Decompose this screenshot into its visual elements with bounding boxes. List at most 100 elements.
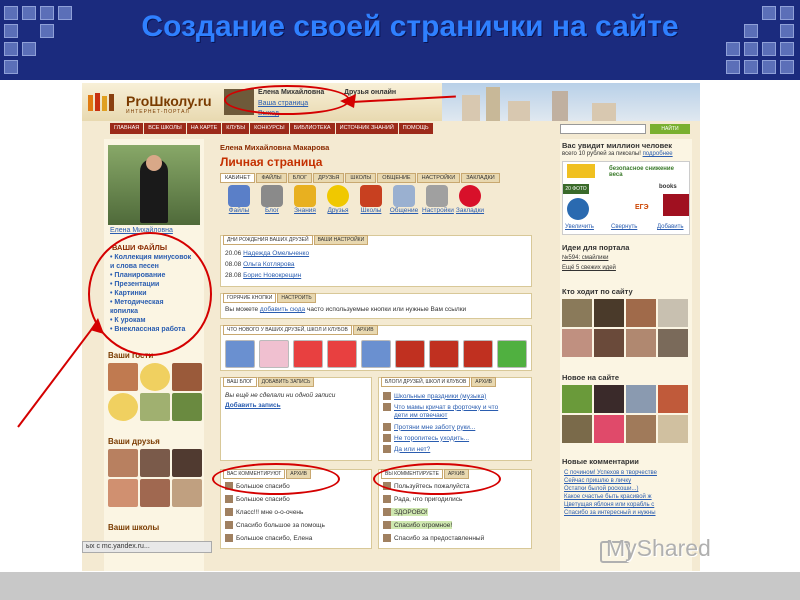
blog-item[interactable]: Что мамы кричат в форточку и что [383, 403, 498, 411]
blog-item-cont[interactable]: дети им отвечают [394, 412, 447, 419]
tab-configure[interactable]: НАСТРОИТЬ [277, 293, 316, 303]
pdf-icon[interactable] [293, 340, 323, 368]
comment-link[interactable]: Цветущая яблоня или корабль с [564, 501, 657, 509]
visitor-avatar[interactable] [562, 329, 592, 357]
books-ad[interactable]: books [659, 184, 677, 190]
friends-shortcut[interactable]: Друзья [323, 185, 353, 214]
visitor-avatar[interactable] [562, 299, 592, 327]
comment-row[interactable]: Большое спасибо, Елена [225, 534, 312, 542]
tab-archive[interactable]: АРХИВ [471, 377, 497, 387]
document-icon[interactable] [225, 340, 255, 368]
site-search-input[interactable] [560, 124, 646, 134]
settings-shortcut[interactable]: Настройки [422, 185, 454, 214]
comment-row[interactable]: Большое спасибо [225, 495, 290, 503]
visitor-avatar[interactable] [626, 329, 656, 357]
tab-archive[interactable]: АРХИВ [352, 325, 378, 335]
blog-shortcut[interactable]: Блог [257, 185, 287, 214]
knowledge-shortcut[interactable]: Знания [290, 185, 320, 214]
ad-more-link[interactable]: подробнее [643, 151, 673, 157]
nav-clubs[interactable]: КЛУБЫ [222, 123, 250, 134]
visitor-avatar[interactable] [594, 329, 624, 357]
visitor-avatar[interactable] [658, 299, 688, 327]
tab-schools[interactable]: ШКОЛЫ [345, 173, 377, 183]
chat-shortcut[interactable]: Общение [389, 185, 419, 214]
schools-shortcut[interactable]: Школы [356, 185, 386, 214]
presentation-icon[interactable] [395, 340, 425, 368]
guest-avatar[interactable] [172, 363, 202, 391]
visitor-avatar[interactable] [594, 299, 624, 327]
new-item-thumb[interactable] [594, 415, 624, 443]
friend-avatar[interactable] [108, 449, 138, 477]
blog-item[interactable]: Да или нет? [383, 445, 430, 453]
add-here-link[interactable]: добавить сюда [260, 306, 305, 313]
new-item-thumb[interactable] [626, 385, 656, 413]
add-link[interactable]: Добавить [657, 224, 684, 230]
nav-schools[interactable]: ВСЕ ШКОЛЫ [144, 123, 186, 134]
weight-ad[interactable]: безопасное снижение веса [609, 166, 689, 178]
arrow-right-icon[interactable] [497, 340, 527, 368]
tab-add-post[interactable]: ДОБАВИТЬ ЗАПИСЬ [257, 377, 315, 387]
add-post-link[interactable]: Добавить запись [225, 402, 281, 409]
tab-your-blog[interactable]: ВАШ БЛОГ [223, 377, 257, 387]
smiley-icon[interactable] [140, 363, 170, 391]
nav-home[interactable]: ГЛАВНАЯ [110, 123, 144, 134]
ege-ad[interactable]: ЕГЭ [635, 204, 649, 211]
more-ideas-link[interactable]: Ещё 5 свежих идей [562, 265, 616, 271]
comment-link[interactable]: С почином! Успехов в творчестве [564, 469, 657, 477]
tab-news[interactable]: ЧТО НОВОГО У ВАШИХ ДРУЗЕЙ, ШКОЛ И КЛУБОВ [223, 325, 352, 335]
tab-files[interactable]: ФАЙЛЫ [256, 173, 287, 183]
nav-knowledge[interactable]: ИСТОЧНИК ЗНАНИЙ [335, 123, 398, 134]
files-shortcut[interactable]: Файлы [224, 185, 254, 214]
comment-link[interactable]: Сейчас пришлю в личку [564, 477, 657, 485]
tab-bookmarks[interactable]: ЗАКЛАДКИ [461, 173, 500, 183]
guest-avatar[interactable] [108, 363, 138, 391]
collapse-link[interactable]: Свернуть [611, 224, 637, 230]
document-icon[interactable] [361, 340, 391, 368]
bookmarks-shortcut[interactable]: Закладки [455, 185, 485, 214]
comment-link[interactable]: Спасибо за интересный и нужны [564, 509, 657, 517]
idea-link[interactable]: №594: смайлики [562, 255, 608, 261]
search-button[interactable]: НАЙТИ [650, 124, 690, 134]
tab-hotkeys[interactable]: ГОРЯЧИЕ КНОПКИ [223, 293, 277, 303]
new-item-thumb[interactable] [594, 385, 624, 413]
tab-friends[interactable]: ДРУЗЬЯ [313, 173, 345, 183]
presentation-icon[interactable] [429, 340, 459, 368]
new-item-thumb[interactable] [658, 385, 688, 413]
tab-birthdays[interactable]: ДНИ РОЖДЕНИЯ ВАШИХ ДРУЗЕЙ [223, 235, 313, 245]
comment-row[interactable]: Спасибо за предоставленный [383, 534, 484, 542]
profile-photo[interactable] [108, 145, 200, 225]
enlarge-link[interactable]: Увеличить [565, 224, 594, 230]
tab-your-settings[interactable]: ВАШИ НАСТРОЙКИ [313, 235, 369, 245]
tab-blog[interactable]: БЛОГ [287, 173, 313, 183]
rose-ad[interactable] [663, 194, 689, 216]
blog-item[interactable]: Протяни мне заботу руки... [383, 423, 475, 431]
friend-avatar[interactable] [140, 449, 170, 477]
tab-cabinet[interactable]: КАБИНЕТ [220, 173, 256, 183]
site-logo[interactable]: ProШколу.ru ИНТЕРНЕТ-ПОРТАЛ [86, 89, 216, 117]
new-item-thumb[interactable] [658, 415, 688, 443]
image-icon[interactable] [259, 340, 289, 368]
tab-communication[interactable]: ОБЩЕНИЕ [377, 173, 416, 183]
friend-avatar[interactable] [140, 479, 170, 507]
ad-banner[interactable] [567, 164, 595, 178]
comment-link[interactable]: Какое счастье быть красивой ж [564, 493, 657, 501]
pdf-icon[interactable] [327, 340, 357, 368]
nav-library[interactable]: БИБЛИОТЕКА [289, 123, 335, 134]
guest-avatar[interactable] [140, 393, 170, 421]
visitor-avatar[interactable] [626, 299, 656, 327]
nav-help[interactable]: ПОМОЩЬ [398, 123, 433, 134]
nav-map[interactable]: НА КАРТЕ [186, 123, 222, 134]
friend-avatar[interactable] [172, 449, 202, 477]
comment-row[interactable]: Спасибо огромное! [383, 521, 453, 529]
tab-friends-blogs[interactable]: БЛОГИ ДРУЗЕЙ, ШКОЛ И КЛУБОВ [381, 377, 471, 387]
comment-link[interactable]: Остатки былой роскоши...) [564, 485, 657, 493]
comment-row[interactable]: ЗДОРОВО! [383, 508, 428, 516]
visitor-avatar[interactable] [658, 329, 688, 357]
guest-avatar[interactable] [172, 393, 202, 421]
new-item-thumb[interactable] [562, 385, 592, 413]
new-item-thumb[interactable] [562, 415, 592, 443]
comment-row[interactable]: Класс!!! мне о-о-очень [225, 508, 303, 516]
tab-settings[interactable]: НАСТРОЙКИ [416, 173, 461, 183]
smiley-icon[interactable] [108, 393, 138, 421]
new-item-thumb[interactable] [626, 415, 656, 443]
